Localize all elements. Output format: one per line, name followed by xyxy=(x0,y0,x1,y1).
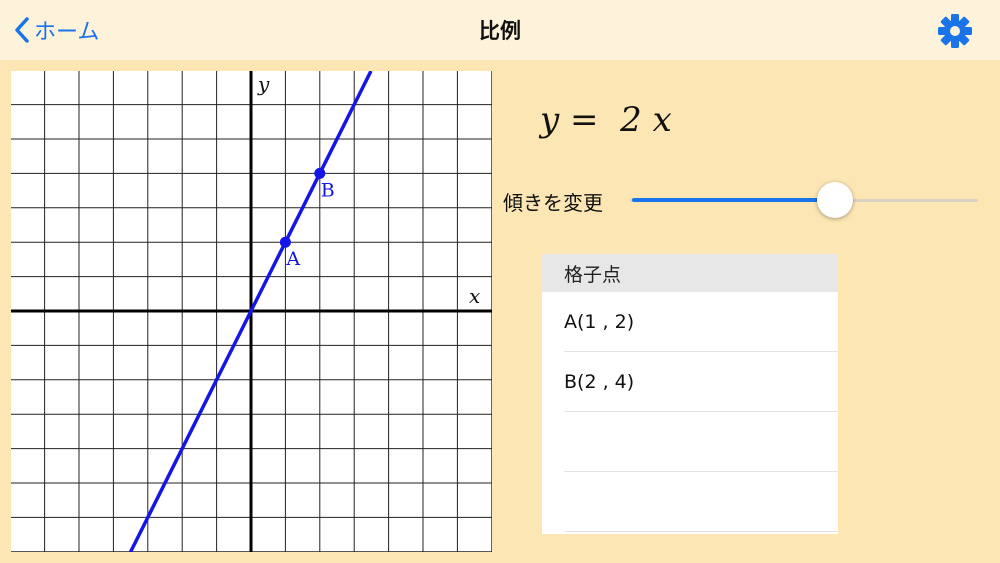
equation-equals: = xyxy=(570,100,599,140)
equation-lhs: y xyxy=(540,100,560,140)
lattice-points: AB xyxy=(279,167,335,270)
coordinate-graph[interactable]: x y AB xyxy=(9,69,493,553)
lattice-point-label-b: B xyxy=(321,179,335,201)
table-row[interactable]: A(1 , 2) xyxy=(564,292,838,352)
x-axis-label: x xyxy=(469,284,480,308)
slider-fill xyxy=(632,198,835,202)
table-header: 格子点 xyxy=(542,254,838,292)
y-axis-label: y xyxy=(257,72,270,96)
slope-slider[interactable] xyxy=(630,182,978,218)
table-row[interactable] xyxy=(564,472,838,532)
equation-coefficient: 2 xyxy=(620,100,642,140)
navigation-bar: ホーム 比例 xyxy=(0,0,1000,60)
lattice-point-table: 格子点 A(1 , 2) B(2 , 4) xyxy=(542,254,838,534)
gear-icon xyxy=(938,14,972,48)
graph-canvas: x y AB xyxy=(9,69,493,553)
slope-slider-label: 傾きを変更 xyxy=(503,191,603,215)
lattice-point-a xyxy=(279,236,291,248)
settings-button[interactable] xyxy=(936,12,974,50)
equation: y = 2 x xyxy=(540,100,672,140)
lattice-point-b xyxy=(314,167,326,179)
slider-thumb[interactable] xyxy=(817,182,853,218)
table-row[interactable]: B(2 , 4) xyxy=(564,352,838,412)
equation-variable: x xyxy=(652,100,672,140)
table-row[interactable] xyxy=(564,412,838,472)
lattice-point-label-a: A xyxy=(285,248,300,270)
page-title: 比例 xyxy=(479,19,521,43)
